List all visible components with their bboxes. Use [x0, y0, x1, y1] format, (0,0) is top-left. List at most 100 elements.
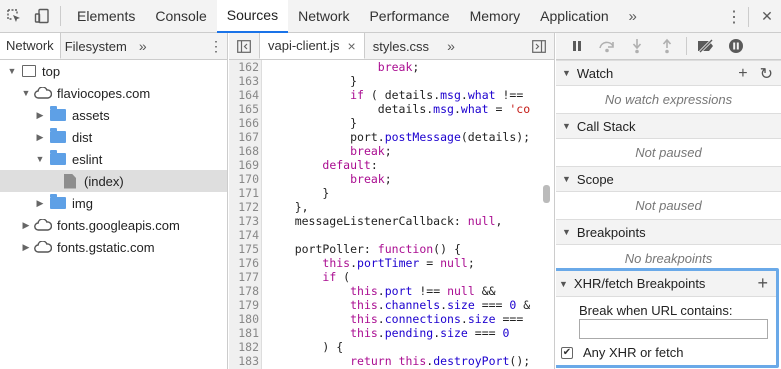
step-out-icon[interactable]	[652, 33, 682, 60]
expanded-arrow-icon[interactable]: ▼	[6, 66, 18, 76]
code-line[interactable]: 176 this.portTimer = null;	[229, 256, 554, 270]
code-editor[interactable]: 162 break; 163 } 164 if ( details.msg.what…	[229, 60, 554, 369]
tab-performance[interactable]: Performance	[359, 0, 459, 33]
collapsed-arrow-icon[interactable]: ▶	[20, 242, 32, 253]
expanded-arrow-icon[interactable]: ▼	[34, 154, 46, 164]
toggle-debugger-icon[interactable]	[524, 33, 554, 60]
more-editor-tabs-icon[interactable]: »	[437, 33, 465, 59]
code-line[interactable]: 163 }	[229, 74, 554, 88]
line-number[interactable]: 168	[229, 144, 259, 158]
code-line[interactable]: 177 if (	[229, 270, 554, 284]
device-toolbar-icon[interactable]	[28, 0, 56, 33]
line-number[interactable]: 182	[229, 340, 259, 354]
code-line[interactable]: 170 break;	[229, 172, 554, 186]
code-line[interactable]: 168 break;	[229, 144, 554, 158]
line-number[interactable]: 171	[229, 186, 259, 200]
tab-network-navigator[interactable]: Network	[0, 33, 61, 59]
break-url-input[interactable]	[579, 319, 768, 339]
code-line[interactable]: 162 break;	[229, 60, 554, 74]
more-navigator-tabs-icon[interactable]: »	[131, 33, 155, 59]
pause-on-exceptions-icon[interactable]	[721, 33, 751, 60]
line-number[interactable]: 172	[229, 200, 259, 214]
line-number[interactable]: 176	[229, 256, 259, 270]
add-watch-expression-icon[interactable]: +	[738, 65, 747, 83]
line-number[interactable]: 183	[229, 354, 259, 368]
code-line[interactable]: 172 },	[229, 200, 554, 214]
code-line[interactable]: 167 port.postMessage(details);	[229, 130, 554, 144]
code-line[interactable]: 175 portPoller: function() {	[229, 242, 554, 256]
line-number[interactable]: 178	[229, 284, 259, 298]
editor-scrollbar[interactable]	[543, 185, 550, 203]
line-number[interactable]: 179	[229, 298, 259, 312]
tab-memory[interactable]: Memory	[460, 0, 531, 33]
line-number[interactable]: 164	[229, 88, 259, 102]
tab-styles-css[interactable]: styles.css	[365, 33, 437, 59]
breakpoints-section-header[interactable]: ▼ Breakpoints	[556, 219, 781, 245]
code-line[interactable]: 166 }	[229, 116, 554, 130]
collapsed-arrow-icon[interactable]: ▶	[34, 132, 46, 143]
pause-icon[interactable]	[562, 33, 592, 60]
toggle-navigator-icon[interactable]	[229, 33, 259, 59]
line-number[interactable]: 166	[229, 116, 259, 130]
inspect-element-icon[interactable]	[0, 0, 28, 33]
code-line[interactable]: 165 details.msg.what = 'co	[229, 102, 554, 116]
code-line[interactable]: 178 this.port !== null &&	[229, 284, 554, 298]
line-number[interactable]: 181	[229, 326, 259, 340]
scope-section-header[interactable]: ▼ Scope	[556, 166, 781, 192]
code-line[interactable]: 173 messageListenerCallback: null,	[229, 214, 554, 228]
code-line[interactable]: 183 return this.destroyPort();	[229, 354, 554, 368]
line-number[interactable]: 170	[229, 172, 259, 186]
tab-vapi-client[interactable]: vapi-client.js ×	[259, 33, 365, 59]
code-line[interactable]: 182 ) {	[229, 340, 554, 354]
collapsed-arrow-icon[interactable]: ▶	[34, 110, 46, 121]
refresh-watch-icon[interactable]: ↻	[760, 64, 773, 84]
line-number[interactable]: 169	[229, 158, 259, 172]
code-line[interactable]: 179 this.channels.size === 0 &	[229, 298, 554, 312]
line-number[interactable]: 177	[229, 270, 259, 284]
line-number[interactable]: 162	[229, 60, 259, 74]
line-number[interactable]: 174	[229, 228, 259, 242]
code-line[interactable]: 181 this.pending.size === 0	[229, 326, 554, 340]
close-icon[interactable]: ✕	[753, 0, 781, 33]
tab-elements[interactable]: Elements	[67, 0, 145, 33]
tree-item-frame[interactable]: ▼ top	[0, 60, 227, 82]
customize-menu-icon[interactable]: ⋮	[720, 0, 748, 33]
tab-sources[interactable]: Sources	[216, 0, 289, 33]
line-number[interactable]: 180	[229, 312, 259, 326]
tree-item-cloud[interactable]: ▶ fonts.googleapis.com	[0, 214, 227, 236]
xhr-breakpoints-header[interactable]: ▼ XHR/fetch Breakpoints +	[556, 271, 776, 297]
tree-item-folder[interactable]: ▶ img	[0, 192, 227, 214]
tree-item-cloud[interactable]: ▶ fonts.gstatic.com	[0, 236, 227, 258]
code-line[interactable]: 169 default:	[229, 158, 554, 172]
line-number[interactable]: 175	[229, 242, 259, 256]
tree-item-folder[interactable]: ▶ assets	[0, 104, 227, 126]
line-number[interactable]: 173	[229, 214, 259, 228]
line-number[interactable]: 165	[229, 102, 259, 116]
tree-item-folder[interactable]: ▼ eslint	[0, 148, 227, 170]
add-xhr-breakpoint-icon[interactable]: +	[757, 273, 768, 294]
close-tab-icon[interactable]: ×	[348, 38, 356, 54]
collapsed-arrow-icon[interactable]: ▶	[20, 220, 32, 231]
any-xhr-row[interactable]: ✔ Any XHR or fetch	[556, 339, 776, 360]
any-xhr-checkbox[interactable]: ✔	[561, 346, 573, 359]
tab-console[interactable]: Console	[145, 0, 216, 33]
code-line[interactable]: 174	[229, 228, 554, 242]
deactivate-breakpoints-icon[interactable]	[691, 33, 721, 60]
call-stack-section-header[interactable]: ▼ Call Stack	[556, 113, 781, 139]
expanded-arrow-icon[interactable]: ▼	[20, 88, 32, 98]
code-line[interactable]: 171 }	[229, 186, 554, 200]
watch-section-header[interactable]: ▼ Watch + ↻	[556, 60, 781, 86]
step-over-icon[interactable]	[592, 33, 622, 60]
tab-filesystem[interactable]: Filesystem	[61, 33, 131, 59]
step-into-icon[interactable]	[622, 33, 652, 60]
tab-network[interactable]: Network	[288, 0, 359, 33]
tab-application[interactable]: Application	[530, 0, 619, 33]
tree-item-folder[interactable]: ▶ dist	[0, 126, 227, 148]
tree-item-file[interactable]: (index)	[0, 170, 227, 192]
code-line[interactable]: 164 if ( details.msg.what !==	[229, 88, 554, 102]
navigator-menu-icon[interactable]: ⋮	[205, 33, 227, 59]
tree-item-cloud[interactable]: ▼ flaviocopes.com	[0, 82, 227, 104]
line-number[interactable]: 163	[229, 74, 259, 88]
line-number[interactable]: 167	[229, 130, 259, 144]
code-line[interactable]: 180 this.connections.size ===	[229, 312, 554, 326]
